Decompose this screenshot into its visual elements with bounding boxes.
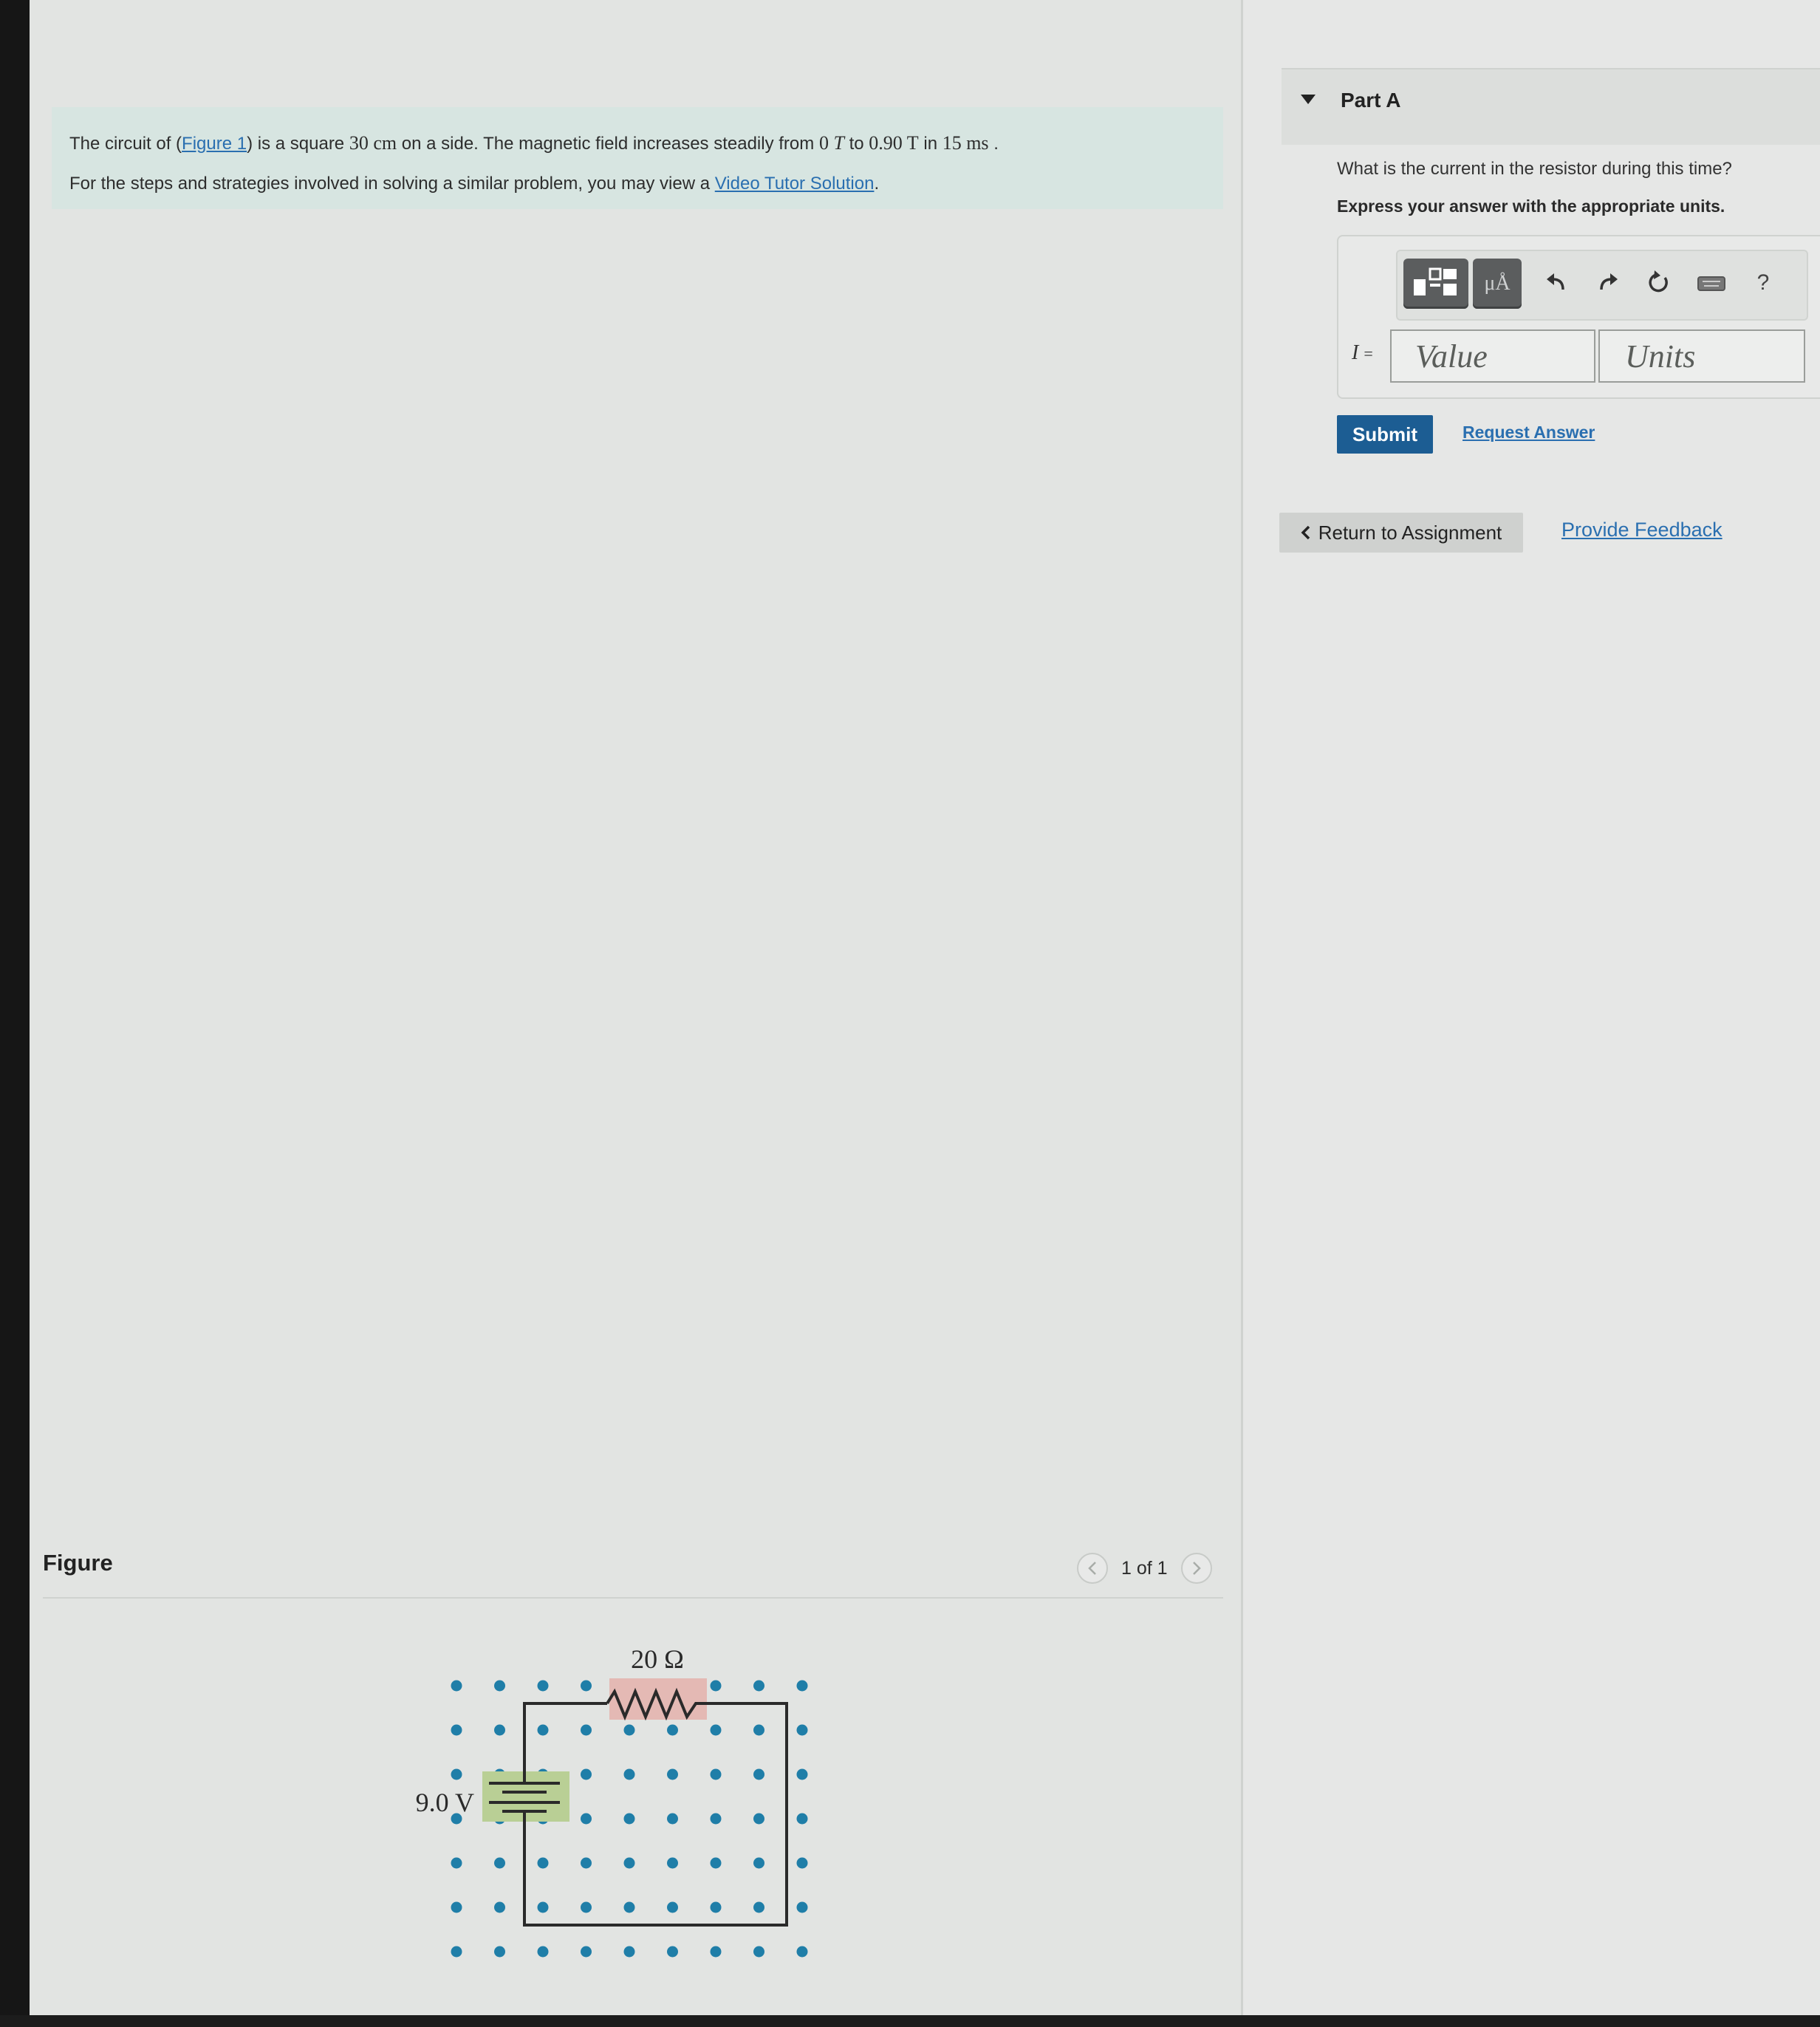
return-to-assignment-button[interactable]: Return to Assignment <box>1279 513 1523 553</box>
request-answer-link[interactable]: Request Answer <box>1462 423 1595 442</box>
field-dot <box>710 1768 722 1780</box>
field-dot <box>753 1724 764 1736</box>
units-button[interactable]: μÅ <box>1473 259 1522 309</box>
field-dot <box>623 1724 635 1736</box>
field-dot <box>494 1946 505 1958</box>
resistor-label: 20 Ω <box>631 1644 684 1674</box>
field-dot <box>753 1680 764 1692</box>
battery-label: 9.0 V <box>416 1788 474 1817</box>
provide-feedback-link[interactable]: Provide Feedback <box>1561 519 1722 541</box>
field-dot <box>667 1857 678 1869</box>
templates-button[interactable] <box>1403 259 1468 309</box>
field-dot <box>451 1857 462 1869</box>
field-dot <box>623 1946 635 1958</box>
submit-button[interactable]: Submit <box>1337 415 1433 454</box>
units-input[interactable] <box>1598 329 1805 383</box>
field-dot <box>537 1901 549 1913</box>
problem-line-1: The circuit of (Figure 1) is a square 30… <box>69 132 999 154</box>
field-dot <box>667 1901 678 1913</box>
field-dot <box>710 1680 722 1692</box>
keyboard-icon[interactable] <box>1694 266 1728 300</box>
field-dot <box>451 1901 462 1913</box>
field-dot <box>451 1946 462 1958</box>
collapse-caret-icon[interactable] <box>1301 95 1316 104</box>
field-dot <box>796 1813 808 1825</box>
field-dot <box>494 1724 505 1736</box>
field-dot <box>667 1813 678 1825</box>
field-dot <box>581 1813 592 1825</box>
chevron-left-icon <box>1301 525 1310 540</box>
chevron-left-icon[interactable] <box>1077 1553 1108 1584</box>
templates-icon <box>1414 267 1457 295</box>
circuit-diagram: 20 Ω 9.0 V <box>416 1644 808 1958</box>
field-dot <box>796 1901 808 1913</box>
part-a-title: Part A <box>1341 89 1401 112</box>
figure-pager: 1 of 1 <box>1077 1551 1212 1585</box>
help-icon[interactable]: ? <box>1746 266 1780 300</box>
field-dot <box>753 1768 764 1780</box>
field-dot <box>796 1680 808 1692</box>
chevron-right-icon[interactable] <box>1180 1553 1212 1584</box>
redo-icon[interactable] <box>1591 266 1625 300</box>
question-text: What is the current in the resistor duri… <box>1337 159 1732 179</box>
field-dot <box>494 1857 505 1869</box>
screen-bezel-bottom <box>0 2015 1820 2027</box>
field-dot <box>537 1724 549 1736</box>
field-dot <box>494 1680 505 1692</box>
field-dot <box>537 1946 549 1958</box>
field-dot <box>753 1901 764 1913</box>
field-dot <box>710 1857 722 1869</box>
field-dot <box>581 1901 592 1913</box>
screen-bezel-left <box>0 0 30 2027</box>
field-dot <box>796 1768 808 1780</box>
field-dot <box>710 1901 722 1913</box>
field-dot <box>451 1768 462 1780</box>
field-dot <box>581 1724 592 1736</box>
return-label: Return to Assignment <box>1318 521 1502 544</box>
figure-title: Figure <box>43 1550 113 1576</box>
field-dot <box>710 1813 722 1825</box>
figure-link[interactable]: Figure 1 <box>182 134 247 154</box>
field-dot <box>623 1857 635 1869</box>
field-dot <box>451 1680 462 1692</box>
undo-icon[interactable] <box>1539 266 1573 300</box>
problem-statement: The circuit of (Figure 1) is a square 30… <box>52 107 1223 209</box>
field-dot <box>753 1857 764 1869</box>
field-dot <box>537 1857 549 1869</box>
field-dot <box>581 1857 592 1869</box>
field-dot <box>667 1946 678 1958</box>
part-a-header[interactable]: Part A <box>1282 68 1820 145</box>
field-dot <box>451 1724 462 1736</box>
field-dot <box>753 1813 764 1825</box>
field-dot <box>796 1724 808 1736</box>
math-toolbar: μÅ ? <box>1396 250 1808 321</box>
field-dot <box>537 1680 549 1692</box>
reset-icon[interactable] <box>1641 266 1675 300</box>
variable-label: I = <box>1352 341 1373 364</box>
field-dot <box>667 1724 678 1736</box>
circuit-wire <box>523 1702 607 1777</box>
field-dot <box>581 1946 592 1958</box>
value-input[interactable] <box>1390 329 1595 383</box>
field-dot <box>796 1857 808 1869</box>
field-dot <box>623 1813 635 1825</box>
field-dot <box>623 1768 635 1780</box>
field-dot <box>623 1901 635 1913</box>
figure-divider <box>43 1597 1223 1599</box>
field-dot <box>753 1946 764 1958</box>
field-dot <box>710 1724 722 1736</box>
field-dot <box>581 1768 592 1780</box>
field-dot <box>581 1680 592 1692</box>
field-dot <box>494 1901 505 1913</box>
field-dot <box>796 1946 808 1958</box>
instruction-text: Express your answer with the appropriate… <box>1337 196 1725 216</box>
field-dot <box>667 1768 678 1780</box>
field-dot <box>710 1946 722 1958</box>
video-tutor-link[interactable]: Video Tutor Solution <box>715 174 875 194</box>
problem-line-2: For the steps and strategies involved in… <box>69 174 880 194</box>
figure-counter: 1 of 1 <box>1121 1557 1168 1579</box>
